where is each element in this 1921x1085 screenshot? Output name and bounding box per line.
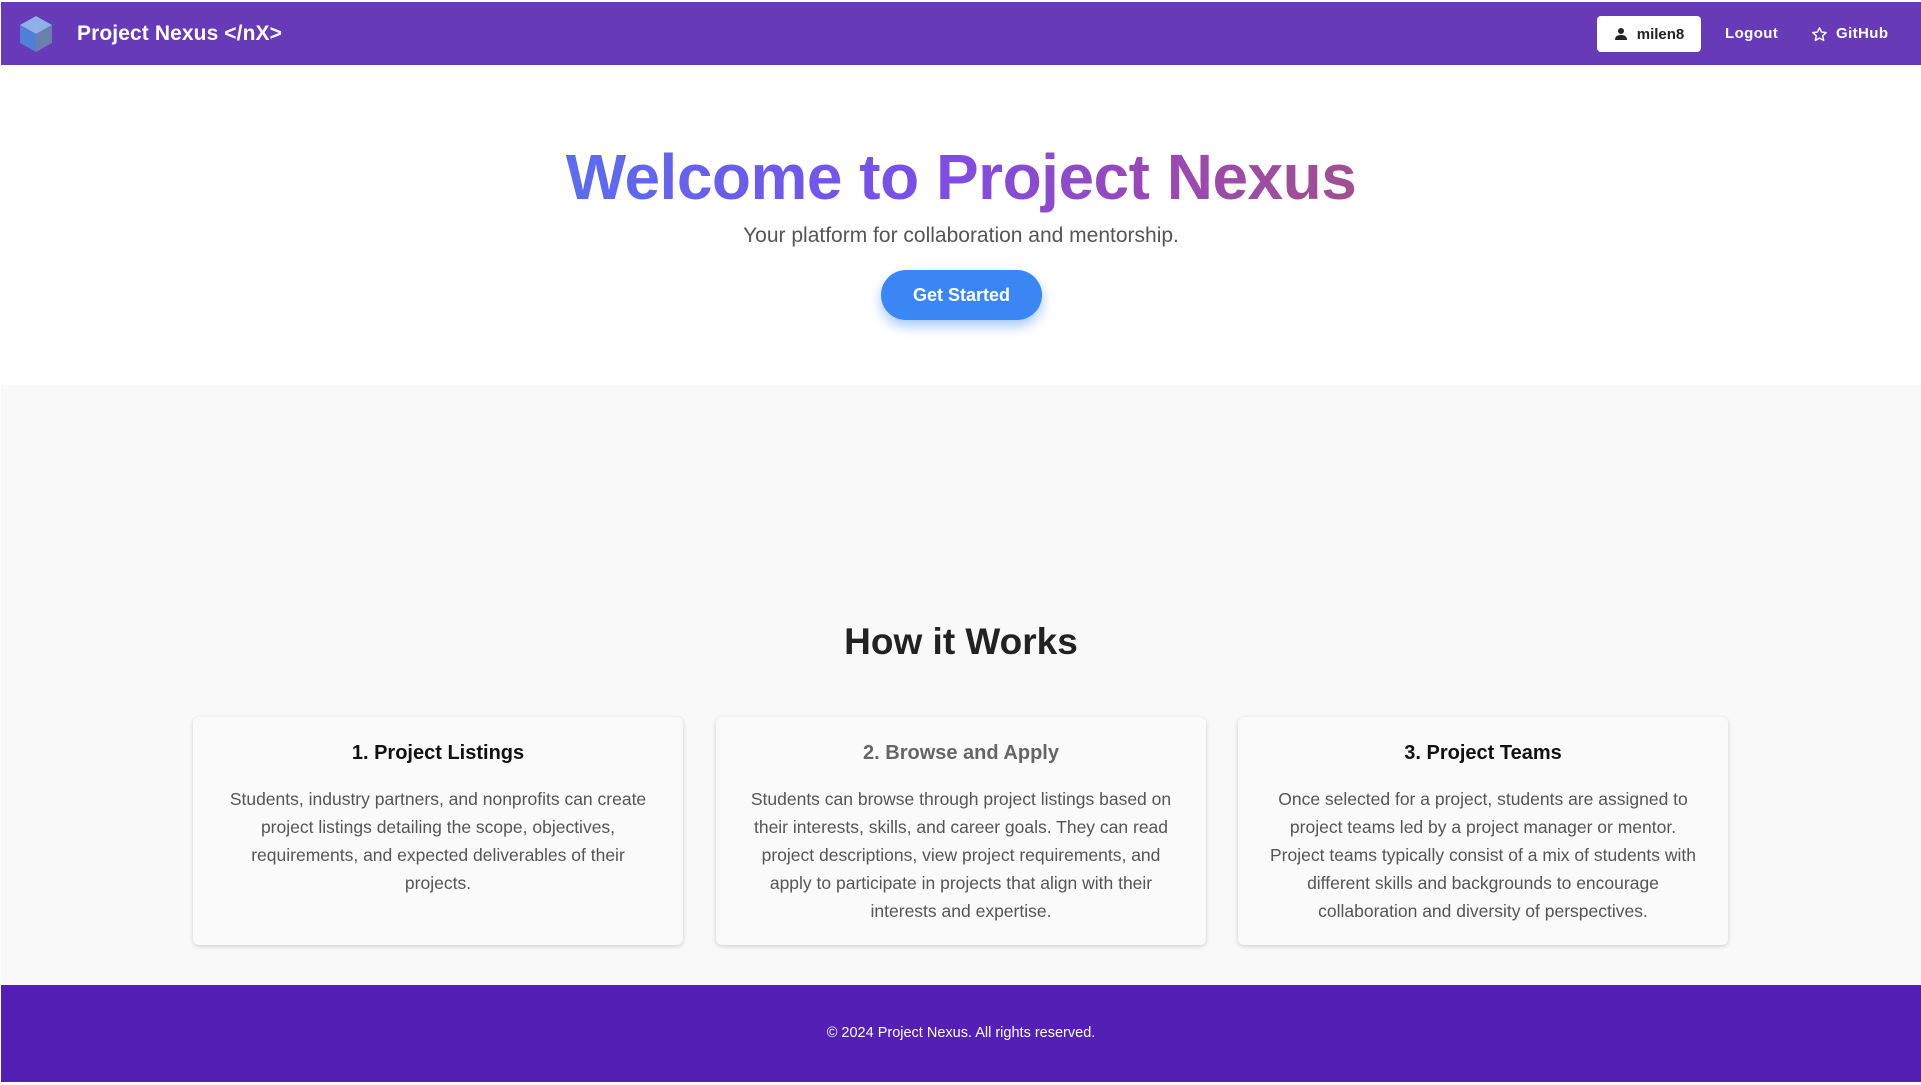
- hero-subtitle: Your platform for collaboration and ment…: [743, 224, 1179, 247]
- page: Project Nexus </nX> milen8 Logout GitHub…: [0, 0, 1921, 1085]
- card-title: 1. Project Listings: [351, 742, 525, 764]
- brand-title[interactable]: Project Nexus </nX>: [77, 2, 282, 65]
- copyright-text: © 2024 Project Nexus. All rights reserve…: [826, 1025, 1096, 1041]
- github-label: GitHub: [1836, 25, 1889, 42]
- card-title: 3. Project Teams: [1404, 742, 1562, 764]
- card-title: 2. Browse and Apply: [863, 742, 1059, 764]
- user-profile-button[interactable]: milen8: [1597, 16, 1701, 52]
- logout-button[interactable]: Logout: [1725, 16, 1778, 52]
- card-text: Once selected for a project, students ar…: [1270, 789, 1696, 921]
- cube-logo-icon[interactable]: [17, 14, 55, 54]
- hero-section: Welcome to Project Nexus Your platform f…: [1, 65, 1921, 385]
- page-footer: © 2024 Project Nexus. All rights reserve…: [1, 985, 1921, 1082]
- step-card-browse-apply: 2. Browse and Apply Students can browse …: [716, 717, 1206, 945]
- hero-title-text: Welcome to Project Nexus: [565, 141, 1357, 213]
- how-it-works-section: How it Works 1. Project Listings Student…: [1, 385, 1921, 985]
- card-text: Students, industry partners, and nonprof…: [229, 789, 647, 893]
- get-started-button[interactable]: Get Started: [881, 270, 1042, 320]
- section-title: How it Works: [844, 621, 1078, 662]
- card-text: Students can browse through project list…: [750, 789, 1172, 921]
- person-icon: [1614, 28, 1627, 40]
- step-card-project-listings: 1. Project Listings Students, industry p…: [193, 717, 683, 945]
- hero-title: Welcome to Project Nexus: [1, 137, 1921, 217]
- star-icon: [1812, 26, 1827, 41]
- username-label: milen8: [1636, 25, 1685, 43]
- github-link[interactable]: GitHub: [1811, 16, 1888, 52]
- top-navbar: Project Nexus </nX> milen8 Logout GitHub: [1, 2, 1921, 65]
- logout-label: Logout: [1725, 25, 1779, 42]
- step-card-project-teams: 3. Project Teams Once selected for a pro…: [1238, 717, 1728, 945]
